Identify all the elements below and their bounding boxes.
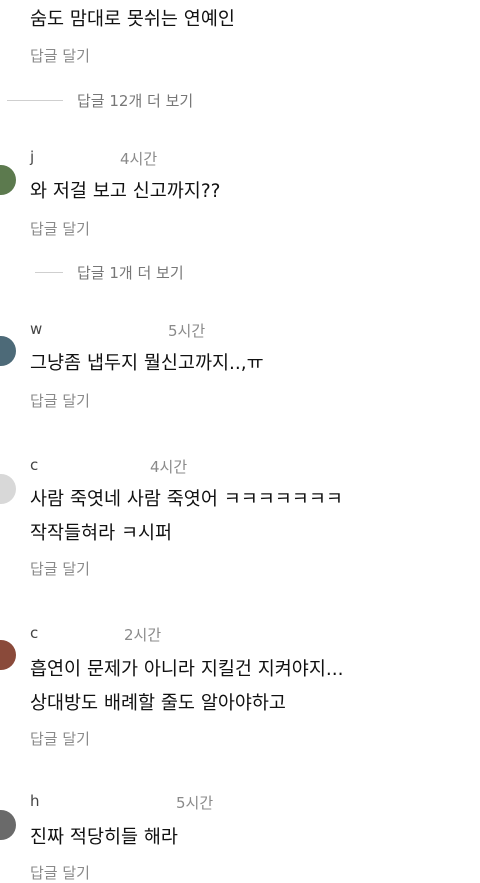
reply-button[interactable]: 답글 달기 <box>30 728 90 749</box>
comment-text: 작작들혀라 ㅋ시퍼 <box>30 523 173 544</box>
avatar[interactable] <box>0 474 16 504</box>
reply-button[interactable]: 답글 달기 <box>30 218 90 239</box>
comment-time: 5시간 <box>168 322 206 340</box>
comment-text: 상대방도 배례할 줄도 알아야하고 <box>30 693 286 714</box>
divider-line <box>35 272 63 273</box>
comment-text: 진짜 적당히들 해라 <box>30 827 178 848</box>
reply-button[interactable]: 답글 달기 <box>30 558 90 579</box>
comment-time: 4시간 <box>120 150 158 168</box>
username[interactable]: c <box>30 456 39 474</box>
username[interactable]: h <box>30 792 41 810</box>
username[interactable]: j <box>30 148 35 166</box>
comment-time: 4시간 <box>150 458 188 476</box>
comment-text: 흡연이 문제가 아니라 지킬건 지켜야지... <box>30 659 344 680</box>
reply-button[interactable]: 답글 달기 <box>30 390 90 411</box>
comment-text: 사람 죽엿네 사람 죽엿어 ㅋㅋㅋㅋㅋㅋㅋ <box>30 489 343 510</box>
view-more-replies-label[interactable]: 답글 12개 더 보기 <box>77 90 193 111</box>
comment-text: 그냥좀 냅두지 뭘신고까지..,ㅠ <box>30 353 264 374</box>
username[interactable]: w <box>30 320 43 338</box>
comment-text: 숨도 맘대로 못쉬는 연예인 <box>30 9 235 30</box>
reply-button[interactable]: 답글 달기 <box>30 45 90 66</box>
comment-time: 2시간 <box>124 626 162 644</box>
avatar[interactable] <box>0 810 16 840</box>
comment-text: 와 저걸 보고 신고까지?? <box>30 181 221 202</box>
divider-line <box>7 100 63 101</box>
reply-button[interactable]: 답글 달기 <box>30 862 90 883</box>
username[interactable]: c <box>30 624 39 642</box>
view-more-replies-label[interactable]: 답글 1개 더 보기 <box>77 262 184 283</box>
comment-time: 5시간 <box>176 794 214 812</box>
avatar[interactable] <box>0 336 16 366</box>
avatar[interactable] <box>0 640 16 670</box>
avatar[interactable] <box>0 165 16 195</box>
